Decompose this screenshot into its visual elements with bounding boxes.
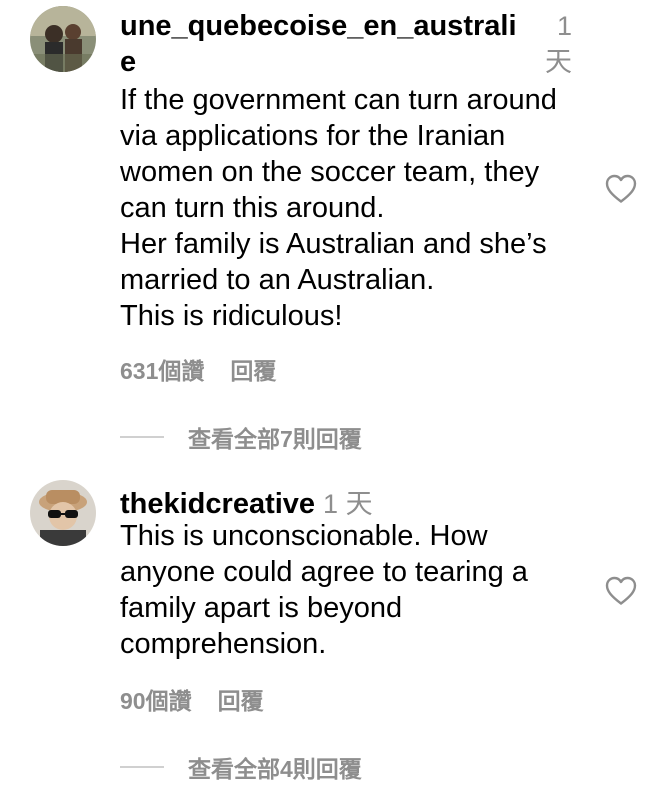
avatar[interactable] bbox=[30, 6, 96, 72]
reply-button[interactable]: 回覆 bbox=[218, 682, 264, 716]
username[interactable]: une_quebecoise_en_australi e bbox=[120, 8, 540, 80]
timestamp-line-2: 天 bbox=[545, 47, 572, 77]
divider-line bbox=[120, 436, 164, 438]
timestamp: 1 天 bbox=[528, 8, 572, 80]
view-replies-button[interactable]: 查看全部7則回覆 bbox=[120, 420, 362, 454]
username-line-2[interactable]: e bbox=[120, 44, 540, 80]
username[interactable]: thekidcreative bbox=[120, 488, 315, 520]
like-count[interactable]: 90個讚 bbox=[120, 682, 192, 716]
username-line-1[interactable]: une_quebecoise_en_australi bbox=[120, 8, 540, 44]
like-count[interactable]: 631個讚 bbox=[120, 352, 204, 386]
view-replies-label[interactable]: 查看全部4則回覆 bbox=[188, 750, 362, 784]
comment-meta: 631個讚 回覆 bbox=[120, 352, 276, 386]
comment-header: thekidcreative 1 天 bbox=[120, 482, 600, 522]
timestamp-line-1: 1 bbox=[556, 11, 572, 41]
timestamp: 1 天 bbox=[323, 489, 373, 519]
comment-meta: 90個讚 回覆 bbox=[120, 682, 264, 716]
heart-outline-icon[interactable] bbox=[605, 576, 637, 611]
reply-button[interactable]: 回覆 bbox=[230, 352, 276, 386]
comment-text: This is unconscionable. How anyone could… bbox=[120, 520, 528, 660]
divider-line bbox=[120, 766, 164, 768]
view-replies-button[interactable]: 查看全部4則回覆 bbox=[120, 750, 362, 784]
view-replies-label[interactable]: 查看全部7則回覆 bbox=[188, 420, 362, 454]
avatar[interactable] bbox=[30, 480, 96, 546]
heart-outline-icon[interactable] bbox=[605, 174, 637, 209]
comment-text: If the government can turn around via ap… bbox=[120, 84, 557, 332]
